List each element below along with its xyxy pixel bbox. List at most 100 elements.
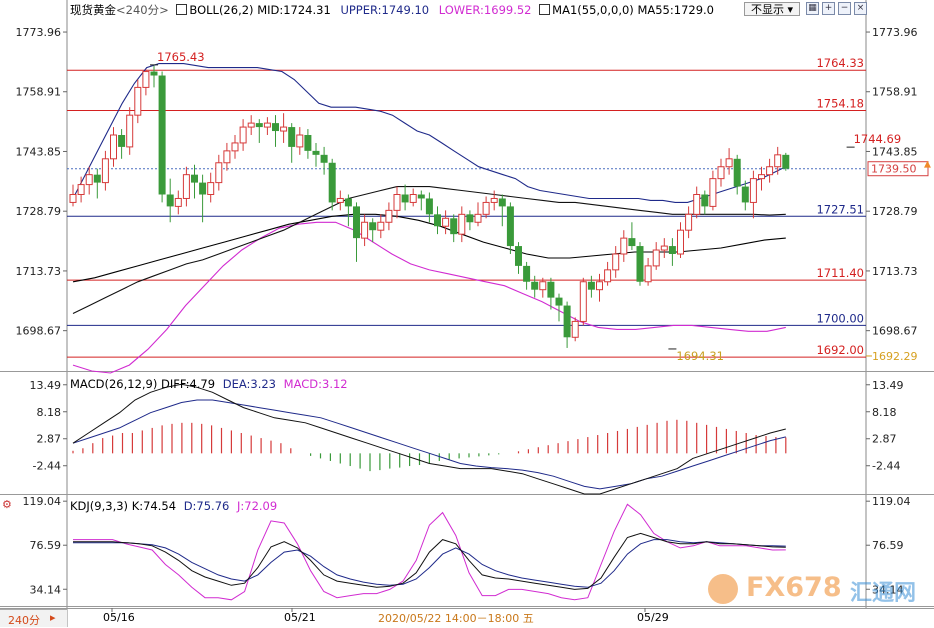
candle[interactable] (150, 65, 158, 88)
candle[interactable] (482, 196, 490, 219)
candle[interactable] (174, 190, 182, 215)
candle[interactable] (182, 166, 190, 207)
candle[interactable] (280, 113, 288, 143)
candle[interactable] (239, 119, 247, 151)
candle[interactable] (191, 164, 198, 199)
candle[interactable] (353, 202, 360, 262)
candle[interactable] (304, 129, 312, 159)
candle[interactable] (571, 317, 579, 342)
candle[interactable] (677, 222, 684, 258)
candle[interactable] (263, 117, 271, 136)
candle[interactable] (69, 184, 77, 207)
candle[interactable] (717, 158, 725, 187)
macd-panel[interactable] (72, 383, 787, 495)
chart-canvas[interactable]: 1764.33 1754.18 1727.51 1711.40 1700.00 1692.… (0, 0, 934, 627)
candle[interactable] (434, 206, 441, 235)
candle[interactable] (620, 230, 628, 262)
candle[interactable] (369, 218, 377, 243)
candle[interactable] (685, 206, 693, 239)
kdj-panel[interactable] (73, 503, 786, 601)
candle[interactable] (207, 172, 215, 203)
candle[interactable] (409, 188, 417, 207)
candle[interactable] (466, 210, 474, 231)
candle[interactable] (579, 277, 587, 326)
minus-icon[interactable]: − (838, 2, 851, 15)
candle[interactable] (247, 115, 255, 136)
candle[interactable] (587, 275, 595, 298)
candle[interactable] (231, 135, 239, 159)
candle[interactable] (644, 257, 652, 286)
candle[interactable] (749, 170, 757, 219)
period-label[interactable]: 240分 (126, 3, 159, 17)
price-panel[interactable]: 1764.33 1754.18 1727.51 1711.40 1700.00 1692.… (67, 50, 931, 374)
candle[interactable] (272, 115, 279, 147)
candle[interactable] (361, 214, 369, 247)
candle[interactable] (425, 192, 433, 223)
candle[interactable] (450, 214, 458, 243)
candle[interactable] (199, 174, 207, 223)
candle[interactable] (539, 277, 547, 298)
candle[interactable] (101, 150, 109, 191)
candle[interactable] (531, 275, 539, 298)
candle[interactable] (166, 178, 174, 223)
close-icon[interactable]: × (854, 2, 867, 15)
candle[interactable] (774, 146, 782, 175)
candle[interactable] (126, 107, 134, 155)
candle[interactable] (596, 273, 603, 302)
candle[interactable] (336, 190, 344, 211)
candle[interactable] (134, 79, 142, 124)
candle[interactable] (523, 261, 531, 290)
candle[interactable] (782, 152, 790, 171)
candle[interactable] (393, 186, 401, 219)
candle[interactable] (223, 142, 231, 171)
candle[interactable] (77, 176, 85, 203)
hide-button[interactable]: 不显示 ▾ (744, 2, 800, 16)
candle[interactable] (758, 166, 765, 191)
candle[interactable] (118, 129, 126, 159)
candle[interactable] (733, 154, 741, 195)
candle[interactable] (652, 242, 660, 270)
plus-icon[interactable]: + (822, 2, 835, 15)
boll-checkbox-icon[interactable] (176, 4, 188, 15)
candle[interactable] (442, 210, 450, 235)
ma-checkbox-icon[interactable] (539, 4, 551, 15)
candle[interactable] (555, 293, 563, 322)
settings-icon[interactable]: ⚙ (2, 498, 12, 511)
candle[interactable] (701, 190, 709, 215)
candle[interactable] (725, 148, 733, 175)
candle[interactable] (604, 261, 612, 286)
candle[interactable] (385, 202, 393, 231)
candle[interactable] (312, 142, 320, 167)
candle[interactable] (636, 242, 644, 286)
candle[interactable] (709, 170, 717, 211)
candle[interactable] (255, 119, 263, 143)
candle[interactable] (458, 206, 466, 243)
candle[interactable] (401, 184, 409, 211)
candle[interactable] (660, 238, 668, 258)
candle[interactable] (766, 158, 774, 183)
candle[interactable] (474, 202, 482, 227)
candle[interactable] (377, 214, 385, 239)
candle[interactable] (668, 238, 676, 266)
candle[interactable] (110, 127, 117, 167)
candle[interactable] (142, 69, 150, 96)
candle[interactable] (515, 242, 522, 274)
grid-icon[interactable]: ▦ (806, 2, 819, 15)
candle[interactable] (296, 127, 304, 155)
candle[interactable] (320, 146, 328, 175)
candle[interactable] (628, 222, 636, 251)
candle[interactable] (328, 158, 336, 211)
candle[interactable] (693, 186, 701, 219)
candle[interactable] (215, 154, 223, 191)
candle[interactable] (490, 190, 498, 211)
candle[interactable] (158, 71, 166, 203)
candle[interactable] (498, 194, 506, 227)
candle[interactable] (288, 123, 296, 163)
candle[interactable] (612, 246, 620, 278)
candle[interactable] (344, 194, 352, 227)
candle[interactable] (93, 168, 101, 199)
candle[interactable] (563, 301, 571, 348)
candle[interactable] (506, 202, 514, 254)
period-selector[interactable]: 240分 ▸ (0, 609, 67, 627)
candle[interactable] (417, 190, 425, 211)
